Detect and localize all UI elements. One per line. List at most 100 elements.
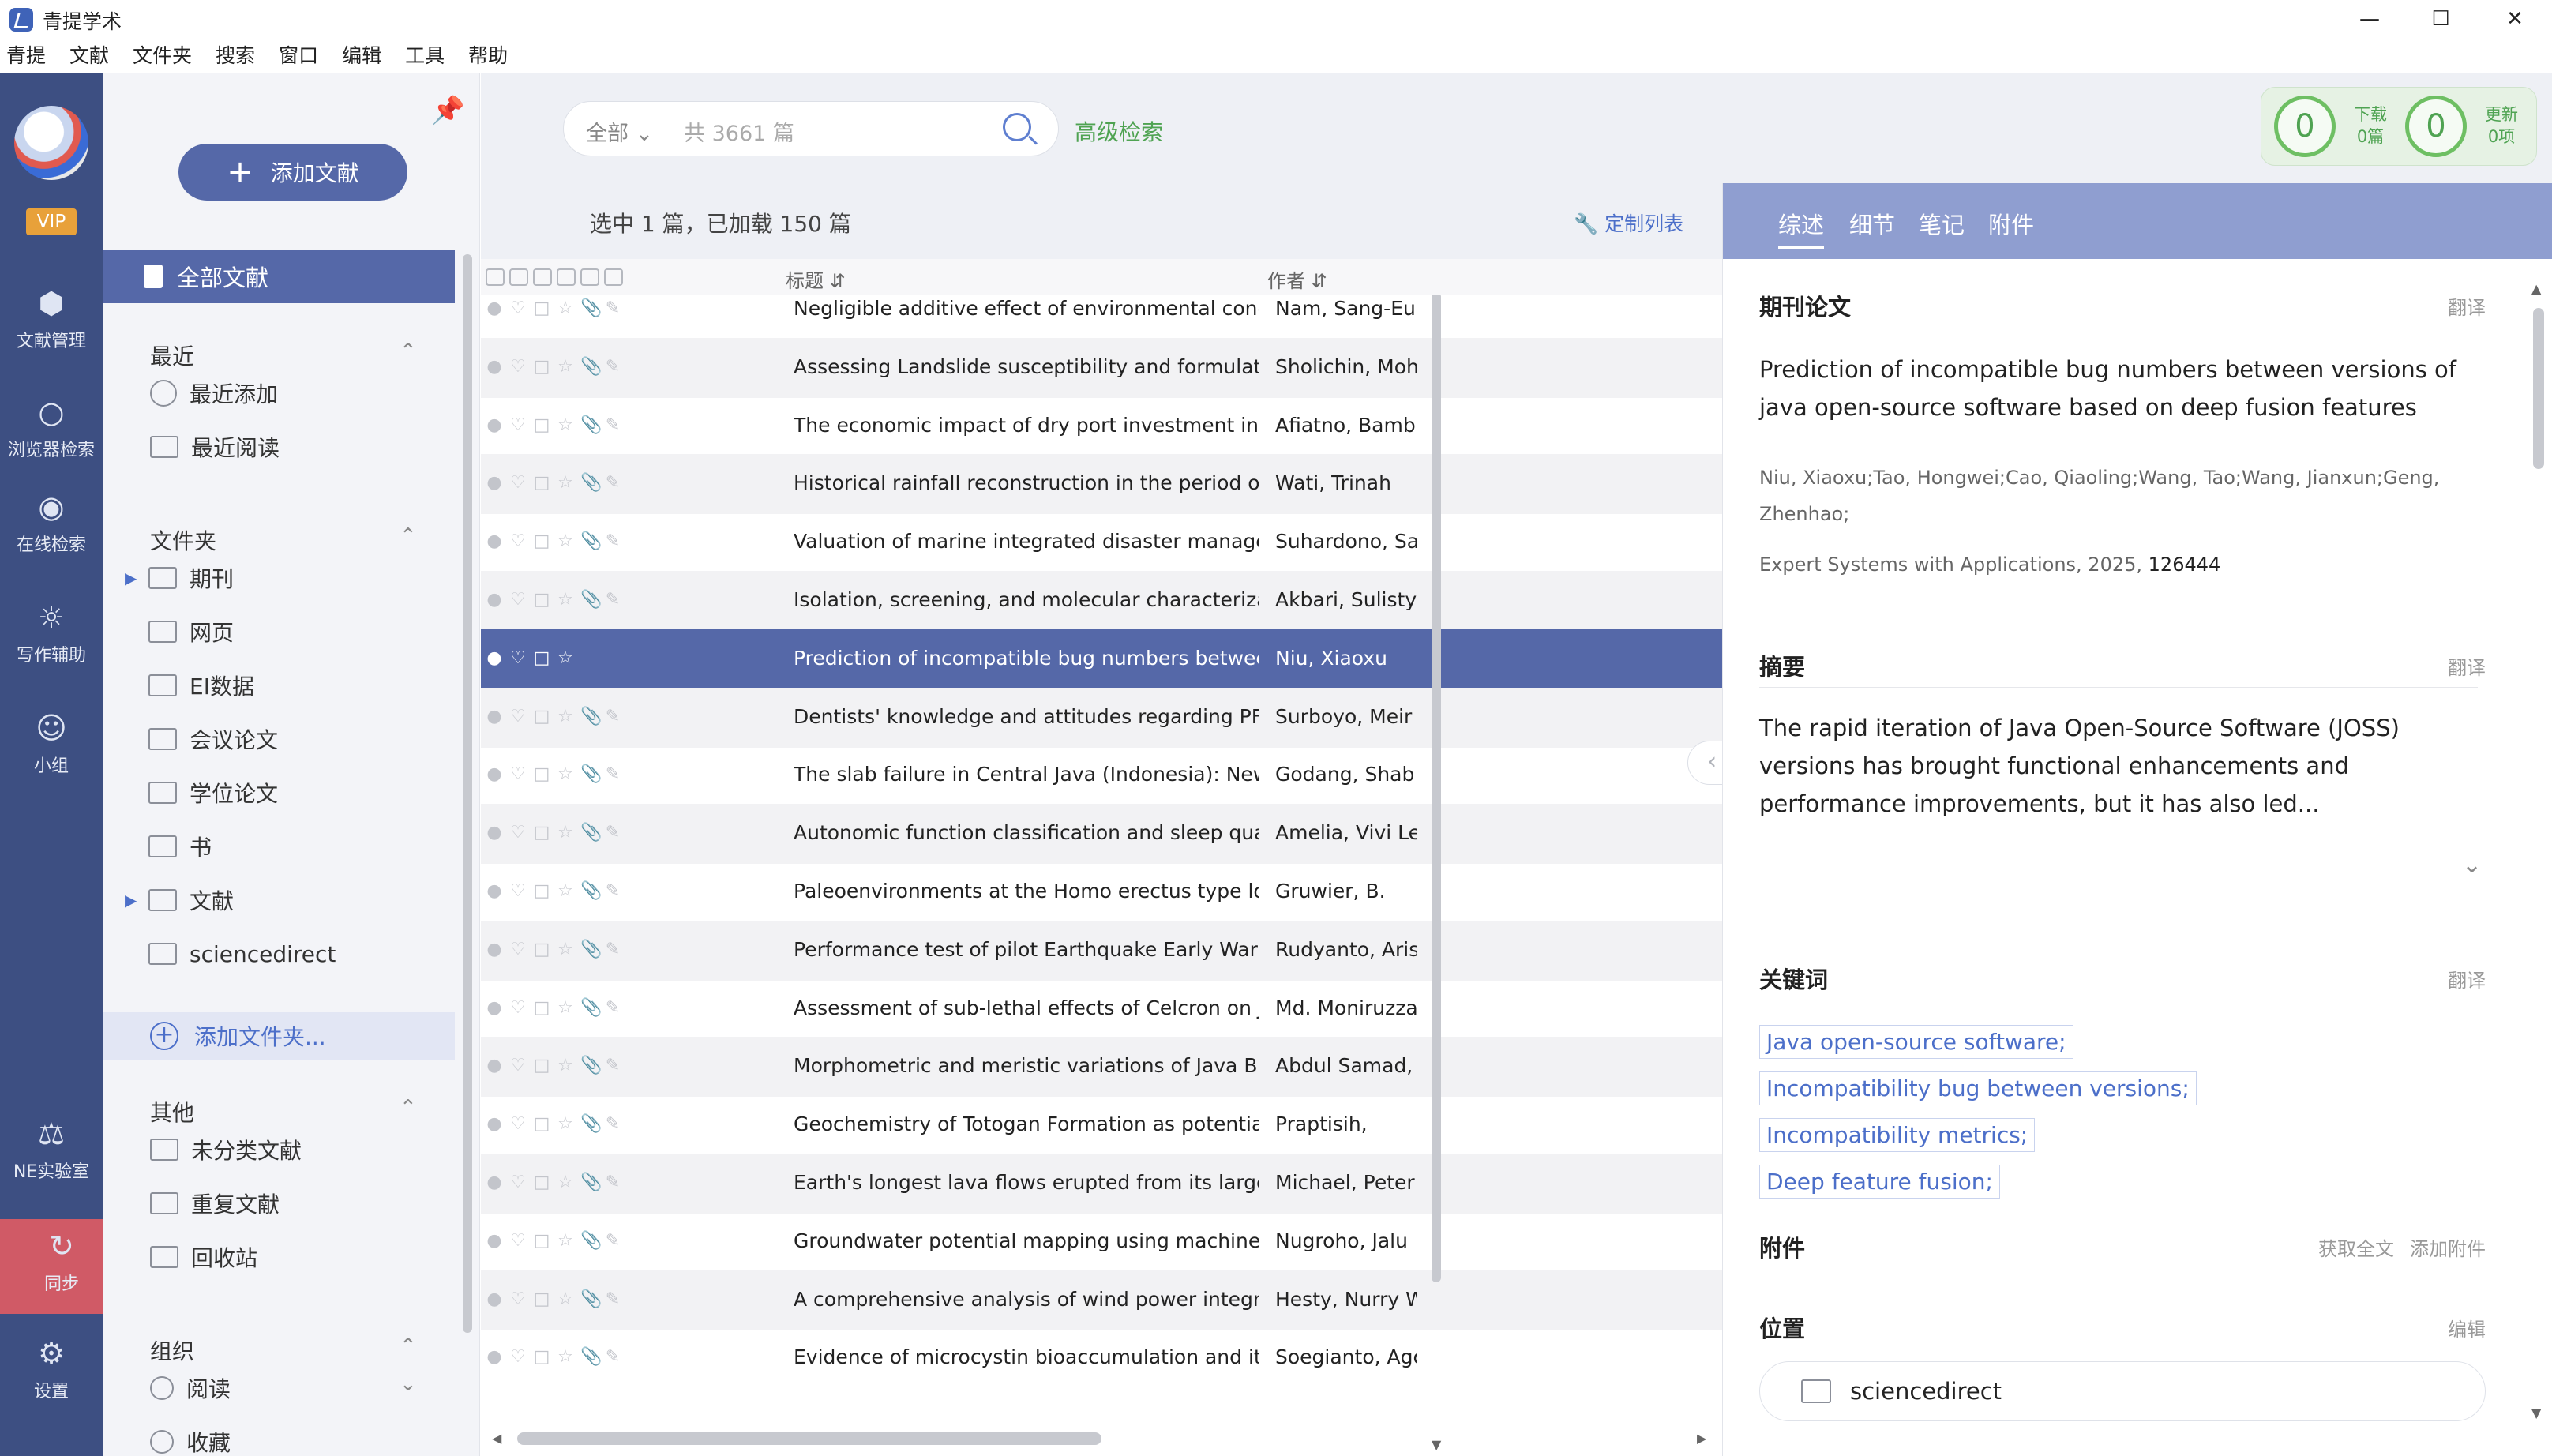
location-chip[interactable]: sciencedirect <box>1759 1361 2486 1421</box>
paperclip-icon[interactable]: 📎 <box>580 1174 602 1191</box>
heart-icon[interactable]: ♡ <box>509 1057 527 1075</box>
expand-triangle-icon[interactable]: ▶ <box>125 569 137 587</box>
bookmark-icon[interactable]: □ <box>533 475 550 492</box>
rail-item-writing[interactable]: ☼ 写作辅助 <box>0 600 103 666</box>
tab-attachments[interactable]: 附件 <box>1988 207 2034 240</box>
star-icon[interactable]: ☆ <box>557 940 574 959</box>
close-button[interactable]: ✕ <box>2479 0 2550 38</box>
search-icon[interactable] <box>1003 113 1031 141</box>
menu-window[interactable]: 窗口 <box>279 40 318 69</box>
status-dot-icon[interactable]: ● <box>486 940 503 959</box>
heart-icon[interactable]: ♡ <box>509 591 527 609</box>
heart-icon[interactable]: ♡ <box>509 649 527 667</box>
menu-literature[interactable]: 文献 <box>69 40 109 69</box>
heart-icon[interactable]: ♡ <box>509 999 527 1017</box>
bookmark-icon[interactable]: □ <box>533 999 550 1017</box>
folder-literature[interactable]: ▶ 文献 <box>125 884 234 916</box>
paperclip-icon[interactable]: 📎 <box>580 707 602 726</box>
star-icon[interactable]: ☆ <box>557 707 574 726</box>
rail-item-library[interactable]: ⬢ 文献管理 <box>0 286 103 352</box>
bookmark-icon[interactable]: □ <box>533 1349 550 1366</box>
menu-edit[interactable]: 编辑 <box>342 40 381 69</box>
pencil-icon[interactable]: ✎ <box>604 533 621 550</box>
expand-triangle-icon[interactable]: ▶ <box>125 891 137 910</box>
table-row[interactable]: ● ♡ □ ☆ 📎 ✎ Morphometric and meristic variatio… <box>481 1037 1722 1098</box>
table-row[interactable]: ● ♡ □ ☆ 📎 ✎ Paleoenvironments at the Homo erec… <box>481 862 1722 922</box>
paperclip-icon[interactable]: 📎 <box>580 824 602 842</box>
status-dot-icon[interactable]: ● <box>486 824 503 842</box>
table-row[interactable]: ● ♡ □ ☆ 📎 ✎ Autonomic function classification … <box>481 804 1722 865</box>
paperclip-icon[interactable]: 📎 <box>580 940 602 959</box>
paperclip-icon[interactable]: 📎 <box>580 533 602 550</box>
search-box[interactable]: 全部 ⌄ 共 3661 篇 <box>563 101 1059 156</box>
keyword-tag[interactable]: Incompatibility bug between versions; <box>1759 1071 2197 1105</box>
add-literature-button[interactable]: + 添加文献 <box>178 144 407 201</box>
bookmark-icon[interactable]: □ <box>533 883 550 900</box>
table-row[interactable]: ● ♡ □ ☆ 📎 ✎ Isolation, screening, and molecula… <box>481 571 1722 631</box>
pencil-icon[interactable]: ✎ <box>604 1057 621 1075</box>
tab-details[interactable]: 细节 <box>1849 207 1895 240</box>
status-dot-icon[interactable]: ● <box>486 1232 503 1250</box>
heart-icon[interactable]: ♡ <box>509 475 527 492</box>
paperclip-icon[interactable]: 📎 <box>580 1290 602 1308</box>
rail-item-online-search[interactable]: ◉ 在线检索 <box>0 490 103 556</box>
heart-icon[interactable]: ♡ <box>509 416 527 434</box>
star-icon[interactable]: ☆ <box>557 358 574 376</box>
panel-scroll-up-arrow[interactable]: ▲ <box>2531 281 2541 296</box>
download-count[interactable]: 0 <box>2274 96 2336 157</box>
status-dot-icon[interactable]: ● <box>486 300 503 317</box>
star-icon[interactable]: ☆ <box>557 1349 574 1366</box>
star-icon[interactable]: ☆ <box>557 591 574 609</box>
chevron-up-icon[interactable]: ⌃ <box>400 1096 417 1120</box>
keyword-tag[interactable]: Java open-source software; <box>1759 1025 2074 1059</box>
table-row[interactable]: ● ♡ □ ☆ 📎 ✎ Valuation of marine integrated dis… <box>481 512 1722 572</box>
tab-overview[interactable]: 综述 <box>1778 207 1825 249</box>
chevron-up-icon[interactable]: ⌃ <box>400 340 417 363</box>
pencil-icon[interactable]: ✎ <box>604 358 621 376</box>
menu-tools[interactable]: 工具 <box>405 40 445 69</box>
column-author[interactable]: 作者 ⇵ <box>1267 265 1327 293</box>
paperclip-icon[interactable]: 📎 <box>580 300 602 317</box>
pencil-icon[interactable]: ✎ <box>604 766 621 783</box>
table-row[interactable]: ● ♡ □ ☆ 📎 ✎ Earth's longest lava flows erupted… <box>481 1154 1722 1214</box>
folder-conference[interactable]: 会议论文 <box>148 723 278 755</box>
scroll-down-arrow[interactable]: ▼ <box>1432 1437 1441 1452</box>
bookmark-icon[interactable]: □ <box>533 1116 550 1133</box>
table-row[interactable]: ● ♡ □ ☆ 📎 ✎ Historical rainfall reconstruction… <box>481 454 1722 515</box>
paperclip-icon[interactable]: 📎 <box>580 1232 602 1250</box>
pencil-icon[interactable]: ✎ <box>604 416 621 434</box>
keyword-tag[interactable]: Deep feature fusion; <box>1759 1165 2000 1199</box>
bookmark-icon[interactable]: □ <box>533 1057 550 1075</box>
folder-journal[interactable]: ▶ 期刊 <box>125 562 234 594</box>
list-horizontal-scrollbar[interactable] <box>517 1432 1101 1445</box>
get-fulltext-button[interactable]: 获取全文 <box>2318 1233 2394 1261</box>
star-icon[interactable]: ☆ <box>557 824 574 842</box>
paperclip-icon[interactable]: 📎 <box>580 1349 602 1366</box>
menu-folder[interactable]: 文件夹 <box>133 40 192 69</box>
table-row[interactable]: ● ♡ □ ☆ 📎 ✎ Evidence of microcystin bioaccumul… <box>481 1328 1722 1388</box>
table-row[interactable]: ● ♡ □ ☆ 📎 ✎ Geochemistry of Totogan Formation … <box>481 1095 1722 1155</box>
status-dot-icon[interactable]: ● <box>486 1116 503 1133</box>
pencil-icon[interactable]: ✎ <box>604 1232 621 1250</box>
pencil-icon[interactable]: ✎ <box>604 1290 621 1308</box>
bookmark-icon[interactable]: □ <box>533 707 550 726</box>
abstract-text[interactable]: The rapid iteration of Java Open-Source … <box>1759 709 2478 823</box>
add-folder-button[interactable]: + 添加文件夹... <box>103 1012 455 1060</box>
star-icon[interactable]: ☆ <box>557 300 574 317</box>
folder-webpage[interactable]: 网页 <box>148 616 234 647</box>
heart-icon[interactable]: ♡ <box>509 1232 527 1250</box>
col-star-icon[interactable] <box>557 268 576 286</box>
status-dot-icon[interactable]: ● <box>486 1349 503 1366</box>
panel-scrollbar[interactable] <box>2533 308 2544 469</box>
menu-help[interactable]: 帮助 <box>468 40 508 69</box>
maximize-button[interactable]: ☐ <box>2405 0 2476 38</box>
update-count[interactable]: 0 <box>2405 96 2467 157</box>
status-dot-icon[interactable]: ● <box>486 358 503 376</box>
folder-book[interactable]: 书 <box>148 831 212 862</box>
folder-sciencedirect[interactable]: sciencedirect <box>148 938 336 970</box>
star-icon[interactable]: ☆ <box>557 883 574 900</box>
bookmark-icon[interactable]: □ <box>533 940 550 959</box>
status-dot-icon[interactable]: ● <box>486 1290 503 1308</box>
paperclip-icon[interactable]: 📎 <box>580 883 602 900</box>
sidebar-item-recent-added[interactable]: 最近添加 <box>150 377 278 409</box>
